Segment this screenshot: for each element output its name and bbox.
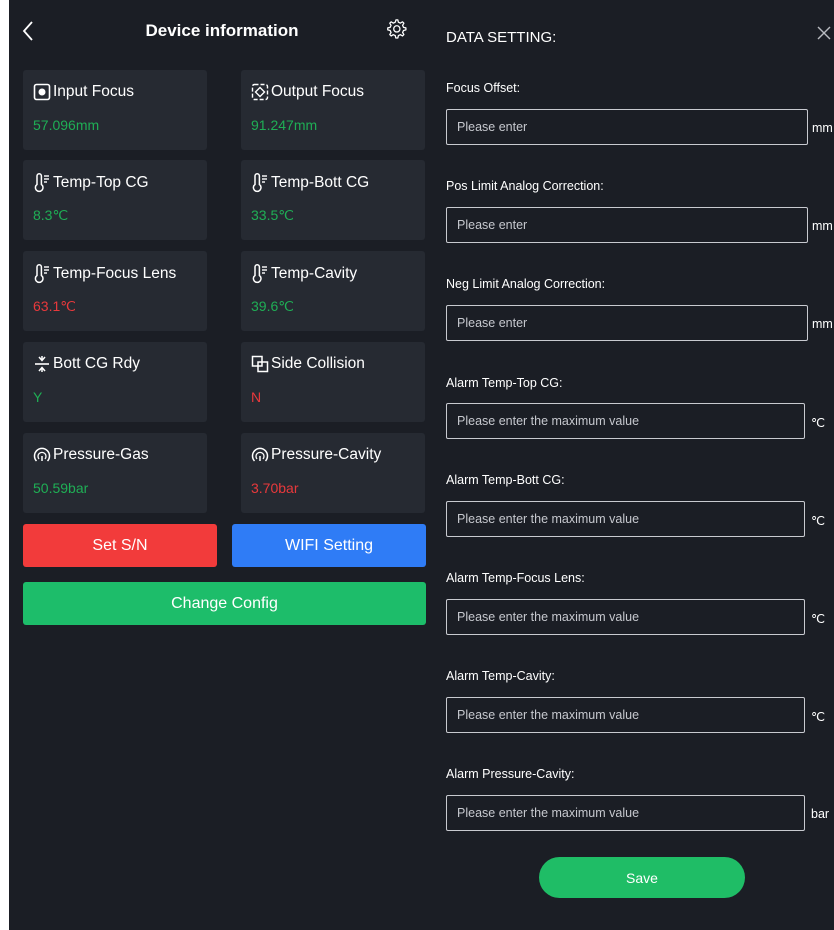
card-value: 50.59bar: [33, 480, 89, 496]
card-value: 63.1℃: [33, 298, 76, 314]
alarm-pressure-cavity-input[interactable]: [446, 795, 805, 831]
divide-icon: [35, 356, 49, 372]
card-value: 39.6℃: [251, 298, 294, 314]
thermometer-icon: [252, 173, 267, 193]
wifi-setting-button[interactable]: WIFI Setting: [232, 524, 426, 567]
card-side-collision: Side Collision N: [241, 342, 425, 422]
card-value: 91.247mm: [251, 117, 318, 133]
gauge-icon: [251, 447, 269, 462]
focus-in-icon: [33, 83, 51, 101]
card-output-focus: Output Focus 91.247mm: [241, 70, 425, 150]
thermometer-icon: [252, 264, 267, 284]
alarm-temp-top-cg-input[interactable]: [446, 403, 805, 439]
field-label: Alarm Pressure-Cavity:: [446, 767, 575, 781]
top-bar: Device information: [9, 0, 435, 62]
close-icon[interactable]: [815, 24, 833, 42]
card-pressure-cavity: Pressure-Cavity 3.70bar: [241, 433, 425, 513]
set-sn-button[interactable]: Set S/N: [23, 524, 217, 567]
card-label: Input Focus: [53, 83, 134, 100]
card-label: Pressure-Cavity: [271, 446, 382, 463]
field-label: Neg Limit Analog Correction:: [446, 277, 606, 291]
unit-label: ℃: [811, 514, 826, 528]
card-label: Temp-Cavity: [271, 265, 358, 282]
card-pressure-gas: Pressure-Gas 50.59bar: [23, 433, 207, 513]
field-label: Alarm Temp-Top CG:: [446, 376, 563, 390]
unit-label: bar: [811, 807, 830, 821]
card-temp-cavity: Temp-Cavity 39.6℃: [241, 251, 425, 331]
card-value: Y: [33, 389, 43, 405]
card-temp-bott-cg: Temp-Bott CG 33.5℃: [241, 160, 425, 240]
pos-limit-analog-correction-input[interactable]: [446, 207, 808, 243]
card-value: 8.3℃: [33, 207, 69, 223]
unit-label: ℃: [811, 710, 826, 724]
card-label: Temp-Top CG: [53, 174, 149, 191]
data-setting-panel: DATA SETTING: Focus Offset: mm Pos Limit…: [435, 0, 834, 930]
alarm-temp-bott-cg-input[interactable]: [446, 501, 805, 537]
gauge-icon: [33, 447, 51, 462]
card-label: Temp-Bott CG: [271, 174, 370, 191]
card-value: 33.5℃: [251, 207, 294, 223]
card-label: Pressure-Gas: [53, 446, 149, 463]
alarm-temp-cavity-input[interactable]: [446, 697, 805, 733]
thermometer-icon: [34, 173, 49, 193]
card-bott-cg-rdy: Bott CG Rdy Y: [23, 342, 207, 422]
change-config-button[interactable]: Change Config: [23, 582, 426, 625]
save-button[interactable]: Save: [539, 857, 745, 898]
page-title: Device information: [145, 21, 299, 40]
card-label: Output Focus: [271, 83, 365, 100]
device-info-screen: Device information Input Focus 57.096mm …: [9, 0, 435, 930]
card-temp-focus-lens: Temp-Focus Lens 63.1℃: [23, 251, 207, 331]
card-value: 57.096mm: [33, 117, 100, 133]
focus-out-icon: [251, 83, 269, 101]
field-label: Pos Limit Analog Correction:: [446, 179, 604, 193]
unit-label: mm: [812, 121, 833, 135]
card-label: Side Collision: [271, 355, 365, 372]
card-input-focus: Input Focus 57.096mm: [23, 70, 207, 150]
card-value: N: [251, 389, 262, 405]
unit-label: ℃: [811, 612, 826, 626]
unit-label: ℃: [811, 416, 826, 430]
gear-icon[interactable]: [385, 18, 407, 40]
field-label: Alarm Temp-Bott CG:: [446, 473, 565, 487]
unit-label: mm: [812, 219, 833, 233]
field-label: Focus Offset:: [446, 81, 521, 95]
neg-limit-analog-correction-input[interactable]: [446, 305, 808, 341]
card-label: Bott CG Rdy: [53, 355, 140, 372]
unit-label: mm: [812, 317, 833, 331]
field-label: Alarm Temp-Cavity:: [446, 669, 555, 683]
alarm-temp-focus-lens-input[interactable]: [446, 599, 805, 635]
card-label: Temp-Focus Lens: [53, 265, 177, 282]
thermometer-icon: [34, 264, 49, 284]
panel-title: DATA SETTING:: [446, 29, 557, 46]
card-temp-top-cg: Temp-Top CG 8.3℃: [23, 160, 207, 240]
card-value: 3.70bar: [251, 480, 299, 496]
focus-offset-input[interactable]: [446, 109, 808, 145]
collision-icon: [251, 355, 269, 373]
field-label: Alarm Temp-Focus Lens:: [446, 571, 585, 585]
